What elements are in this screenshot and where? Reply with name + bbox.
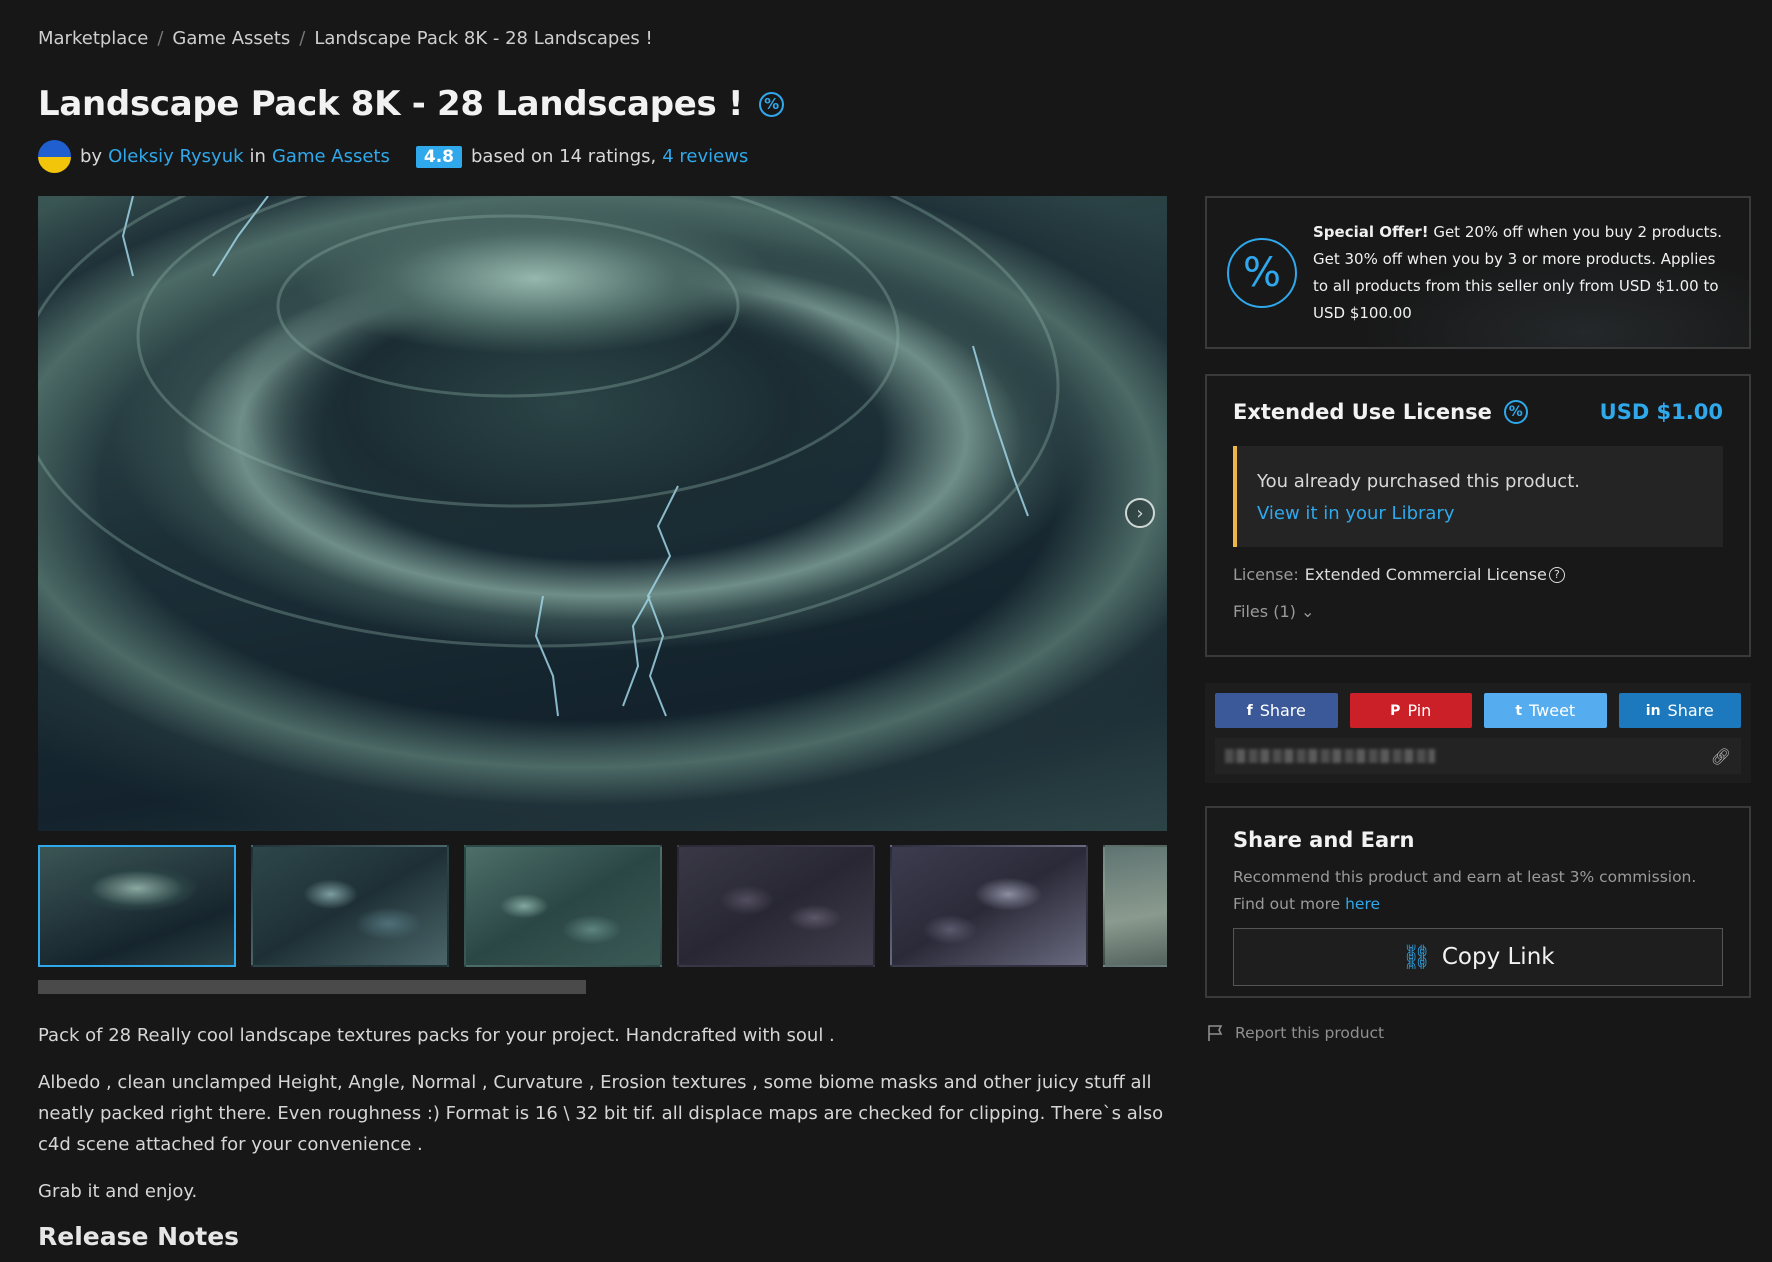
files-label: Files (1) <box>1233 602 1296 621</box>
description-paragraph-2: Albedo , clean unclamped Height, Angle, … <box>38 1072 1164 1155</box>
blurred-url <box>1225 749 1435 763</box>
license-price: USD $1.00 <box>1599 400 1723 424</box>
thumbnail-6[interactable] <box>1103 845 1167 967</box>
purchased-notice: You already purchased this product. View… <box>1233 446 1723 547</box>
license-label: License: <box>1233 565 1299 584</box>
main-product-image[interactable]: › <box>38 196 1167 831</box>
twitter-icon: t <box>1515 702 1523 719</box>
percent-badge-icon[interactable]: % <box>1503 400 1528 424</box>
link-icon: ⛓ <box>1401 943 1432 971</box>
linkedin-icon: in <box>1645 702 1661 719</box>
thumbnail-2[interactable] <box>251 845 449 967</box>
breadcrumb-separator: / <box>299 28 306 49</box>
copy-link-label: Copy Link <box>1441 944 1555 970</box>
description-paragraph-3: Grab it and enjoy. <box>38 1181 198 1202</box>
thumbnail-4[interactable] <box>677 845 875 967</box>
license-header: Extended Use License % USD $1.00 <box>1233 400 1723 424</box>
copy-link-button[interactable]: ⛓ Copy Link <box>1233 928 1723 986</box>
report-product-link[interactable]: Report this product <box>1207 1024 1384 1042</box>
library-link[interactable]: View it in your Library <box>1257 503 1454 524</box>
offer-bold: Special Offer! <box>1313 222 1429 241</box>
rating-badge: 4.8 <box>415 145 462 168</box>
facebook-icon: f <box>1246 702 1253 719</box>
here-link[interactable]: here <box>1345 895 1380 913</box>
thumbnail-5[interactable] <box>890 845 1088 967</box>
breadcrumb: Marketplace / Game Assets / Landscape Pa… <box>38 28 653 49</box>
thumbnail-3[interactable] <box>464 845 662 967</box>
ratings-text: based on 14 ratings, <box>470 146 657 167</box>
release-notes-heading: Release Notes <box>38 1222 240 1251</box>
flag-icon <box>1208 1025 1223 1041</box>
breadcrumb-marketplace[interactable]: Marketplace <box>38 28 148 49</box>
offer-text: Special Offer! Get 20% off when you buy … <box>1313 219 1729 327</box>
license-title-group: Extended Use License % <box>1233 400 1528 424</box>
license-panel: Extended Use License % USD $1.00 You alr… <box>1205 374 1751 657</box>
linkedin-share-button[interactable]: in Share <box>1618 693 1741 728</box>
ukraine-flag-avatar <box>38 140 71 173</box>
report-label: Report this product <box>1235 1024 1385 1042</box>
license-type: License: Extended Commercial License ? <box>1233 565 1723 584</box>
link-icon[interactable]: 🔗︎ <box>1711 747 1731 766</box>
thumbnail-scrollbar[interactable] <box>38 980 586 994</box>
by-label: by <box>80 146 103 167</box>
share-and-earn-panel: Share and Earn Recommend this product an… <box>1205 806 1751 998</box>
twitter-tweet-button[interactable]: t Tweet <box>1484 693 1607 728</box>
pinterest-pin-button[interactable]: P Pin <box>1349 693 1472 728</box>
help-icon[interactable]: ? <box>1548 566 1565 583</box>
facebook-share-button[interactable]: f Share <box>1215 693 1338 728</box>
files-dropdown[interactable]: Files (1) ⌄ <box>1233 602 1723 621</box>
linkedin-label: Share <box>1667 701 1714 720</box>
byline: by Oleksiy Rysyuk in Game Assets 4.8 bas… <box>38 140 754 173</box>
in-label: in <box>249 146 266 167</box>
title-row: Landscape Pack 8K - 28 Landscapes ! % <box>38 84 785 124</box>
percent-icon: % <box>1227 237 1297 308</box>
breadcrumb-current: Landscape Pack 8K - 28 Landscapes ! <box>314 28 653 49</box>
share-url-field[interactable]: 🔗︎ <box>1215 738 1741 774</box>
special-offer-panel: % Special Offer! Get 20% off when you bu… <box>1205 196 1751 349</box>
twitter-label: Tweet <box>1529 701 1576 720</box>
share-and-earn-title: Share and Earn <box>1233 828 1415 852</box>
thumbnail-strip <box>38 845 1167 967</box>
breadcrumb-game-assets[interactable]: Game Assets <box>172 28 290 49</box>
share-buttons: f Share P Pin t Tweet in Share <box>1215 693 1741 728</box>
breadcrumb-separator: / <box>157 28 164 49</box>
next-image-button[interactable]: › <box>1125 498 1155 528</box>
license-title: Extended Use License <box>1233 400 1492 424</box>
facebook-share-label: Share <box>1259 701 1306 720</box>
page-title: Landscape Pack 8K - 28 Landscapes ! <box>38 84 744 124</box>
product-description: Pack of 28 Really cool landscape texture… <box>38 1020 1167 1223</box>
chevron-down-icon: ⌄ <box>1300 602 1315 621</box>
purchased-text: You already purchased this product. <box>1257 471 1580 492</box>
license-value: Extended Commercial License <box>1304 565 1547 584</box>
terrain-illustration <box>38 196 1060 717</box>
reviews-link[interactable]: 4 reviews <box>662 146 748 167</box>
category-link[interactable]: Game Assets <box>272 146 390 167</box>
share-and-earn-text: Recommend this product and earn at least… <box>1233 864 1723 918</box>
percent-badge-icon[interactable]: % <box>759 91 785 117</box>
earn-description: Recommend this product and earn at least… <box>1233 868 1697 913</box>
description-paragraph-1: Pack of 28 Really cool landscape texture… <box>38 1025 835 1046</box>
author-link[interactable]: Oleksiy Rysyuk <box>108 146 243 167</box>
thumbnail-1[interactable] <box>38 845 236 967</box>
pinterest-label: Pin <box>1407 701 1432 720</box>
pinterest-icon: P <box>1390 702 1401 719</box>
share-box: f Share P Pin t Tweet in Share 🔗︎ <box>1205 683 1751 783</box>
